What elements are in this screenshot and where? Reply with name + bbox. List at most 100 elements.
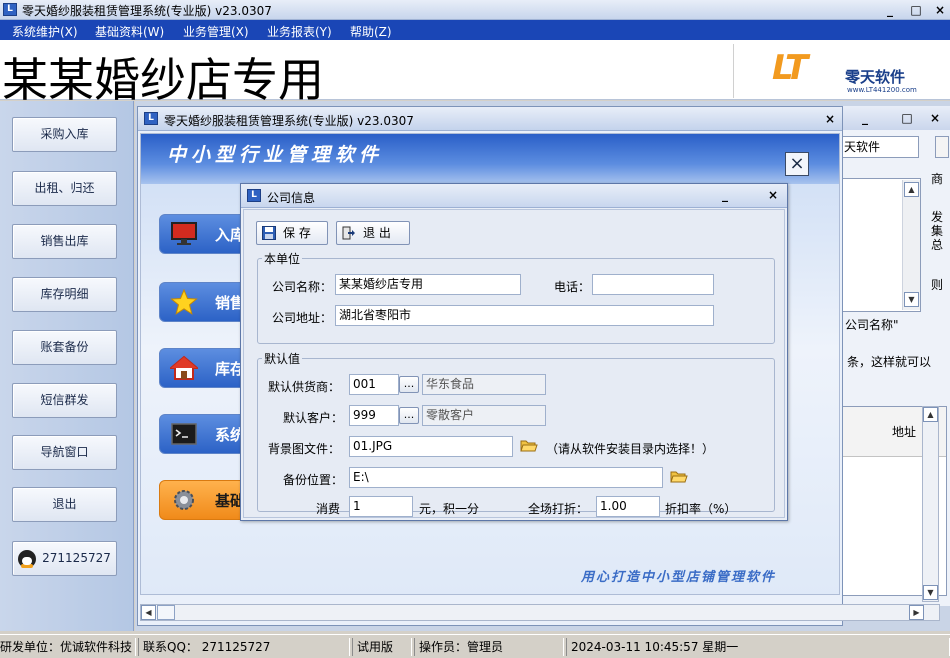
discount-unit: 折扣率（%） [665, 502, 737, 516]
bg-side-text-5: 则 [931, 278, 944, 292]
terminal-icon [171, 423, 197, 445]
save-button[interactable]: 保 存 [256, 221, 328, 245]
bg-minimize-button[interactable]: _ [855, 110, 875, 126]
module-window-title: 零天婚纱服装租赁管理系统(专业版) v23.0307 [164, 114, 414, 128]
dialog-minimize-button[interactable]: _ [715, 187, 735, 203]
exit-button-label: 退 出 [363, 226, 391, 240]
default-customer-code-field[interactable]: 999 [349, 405, 399, 426]
gear-icon [174, 490, 194, 510]
bg-side-text-1: 商 [931, 172, 944, 186]
bg-line-text: 条，这样就可以 [847, 355, 932, 369]
bg-maximize-button[interactable]: □ [897, 110, 917, 126]
menu-business-reports[interactable]: 业务报表(Y) [267, 23, 332, 40]
folder-open-icon[interactable] [520, 438, 538, 453]
status-edition: 试用版 [352, 638, 412, 656]
minimize-button[interactable]: _ [880, 2, 900, 18]
app-icon: L [3, 3, 17, 16]
default-supplier-code-field[interactable]: 001 [349, 374, 399, 395]
monitor-icon [171, 222, 197, 245]
module-slogan: 中小型行业管理软件 [167, 144, 384, 166]
unit-group [257, 258, 775, 344]
status-bar: 研发单位：优诚软件科技 联系QQ： 271125727 试用版 操作员：管理员 … [0, 634, 950, 658]
default-supplier-label: 默认供货商： [268, 380, 341, 394]
customer-browse-button[interactable]: ... [399, 407, 419, 424]
background-image-field[interactable]: 01.JPG [349, 436, 513, 457]
module-footer-slogan: 用心打造中小型店铺管理软件 [581, 570, 777, 585]
module-close-icon[interactable]: × [785, 152, 809, 176]
background-window-titlebar: _ □ × [839, 106, 950, 130]
scroll-down-arrow-icon[interactable]: ▼ [904, 292, 919, 307]
grid-header-address[interactable]: 地址 [892, 423, 916, 440]
company-logo-mark: LT [772, 48, 808, 88]
company-address-field[interactable]: 湖北省枣阳市 [335, 305, 714, 326]
floppy-disk-icon [262, 226, 276, 240]
scroll-right-arrow-icon[interactable]: ▶ [909, 605, 924, 620]
backup-location-label: 备份位置： [283, 473, 344, 487]
exit-door-icon [342, 226, 355, 240]
vscroll-up-arrow-icon[interactable]: ▲ [923, 407, 938, 422]
close-button[interactable]: × [930, 2, 950, 18]
sidebar-button-stock-detail[interactable]: 库存明细 [12, 277, 117, 312]
sidebar-button-sales-out[interactable]: 销售出库 [12, 224, 117, 259]
bg-side-text-4: 总 [931, 238, 944, 252]
scroll-thumb[interactable] [157, 605, 175, 620]
workspace-horizontal-scrollbar[interactable]: ◀ ▶ [140, 604, 940, 621]
qq-penguin-icon [18, 549, 37, 568]
sidebar-button-rent-return[interactable]: 出租、归还 [12, 171, 117, 206]
menu-help[interactable]: 帮助(Z) [350, 23, 392, 40]
company-name-field[interactable]: 某某婚纱店专用 [335, 274, 521, 295]
company-address-label: 公司地址： [272, 311, 333, 325]
scroll-up-arrow-icon[interactable]: ▲ [904, 182, 919, 197]
menu-basic-data[interactable]: 基础资料(W) [95, 23, 164, 40]
qq-contact-button[interactable]: 271125727 [12, 541, 117, 576]
sidebar-button-purchase-in[interactable]: 采购入库 [12, 117, 117, 152]
scroll-left-arrow-icon[interactable]: ◀ [141, 605, 156, 620]
menu-bar: 系统维护(X) 基础资料(W) 业务管理(X) 业务报表(Y) 帮助(Z) [0, 20, 950, 40]
dialog-icon: L [247, 189, 261, 202]
menu-system-maintenance[interactable]: 系统维护(X) [12, 23, 78, 40]
main-titlebar: L 零天婚纱服装租赁管理系统(专业版) v23.0307 _ □ × [0, 0, 950, 20]
discount-field[interactable]: 1.00 [596, 496, 660, 517]
maximize-button[interactable]: □ [906, 2, 926, 18]
module-window-icon: L [144, 112, 158, 125]
vscroll-down-arrow-icon[interactable]: ▼ [923, 585, 938, 600]
sidebar-button-sms[interactable]: 短信群发 [12, 383, 117, 418]
exit-button[interactable]: 退 出 [336, 221, 410, 245]
phone-field[interactable] [592, 274, 714, 295]
phone-label: 电话： [554, 280, 591, 294]
sidebar-button-account-backup[interactable]: 账套备份 [12, 330, 117, 365]
background-text-field[interactable]: 天软件 [841, 136, 919, 158]
left-sidebar: 采购入库 出租、归还 销售出库 库存明细 账套备份 短信群发 导航窗口 退出 2… [0, 101, 134, 631]
dialog-titlebar: L 公司信息 _ × [241, 184, 787, 208]
supplier-browse-button[interactable]: ... [399, 376, 419, 393]
dialog-close-button[interactable]: × [763, 187, 783, 203]
background-field-button[interactable] [935, 136, 949, 158]
defaults-group-label: 默认值 [262, 350, 303, 367]
background-image-hint: （请从软件安装目录内选择！） [546, 442, 715, 456]
background-memo-scrollbar[interactable]: ▲ ▼ [902, 180, 920, 310]
company-name-label: 公司名称： [272, 280, 333, 294]
workspace-vertical-scrollbar[interactable]: ▲ ▼ [922, 406, 939, 602]
backup-location-field[interactable]: E:\ [349, 467, 663, 488]
folder-open-icon[interactable] [670, 469, 688, 484]
consume-points-field[interactable]: 1 [349, 496, 413, 517]
sidebar-button-exit[interactable]: 退出 [12, 487, 117, 522]
module-window-close-button[interactable]: × [820, 111, 840, 127]
default-customer-label: 默认客户： [283, 411, 344, 425]
app-title: 零天婚纱服装租赁管理系统(专业版) v23.0307 [22, 4, 272, 18]
sidebar-button-navigation[interactable]: 导航窗口 [12, 435, 117, 470]
points-text: 元，积一分 [419, 502, 480, 516]
status-datetime: 2024-03-11 10:45:57 星期一 [566, 638, 950, 656]
bg-close-button[interactable]: × [925, 110, 945, 126]
discount-label: 全场打折： [528, 502, 589, 516]
status-qq: 联系QQ： 271125727 [138, 638, 350, 656]
company-info-dialog: L 公司信息 _ × 保 存 退 出 本单位 公司名称： 某某婚纱店专用 电话：… [240, 183, 788, 521]
background-memo[interactable]: ▲ ▼ [841, 178, 921, 312]
star-icon [170, 289, 198, 315]
dialog-client: 保 存 退 出 本单位 公司名称： 某某婚纱店专用 电话： 公司地址： 湖北省枣… [243, 209, 785, 518]
default-customer-name-field: 零散客户 [422, 405, 546, 426]
menu-business-management[interactable]: 业务管理(X) [183, 23, 249, 40]
background-image-label: 背景图文件： [268, 442, 341, 456]
banner-divider [733, 44, 734, 98]
save-button-label: 保 存 [283, 226, 311, 240]
